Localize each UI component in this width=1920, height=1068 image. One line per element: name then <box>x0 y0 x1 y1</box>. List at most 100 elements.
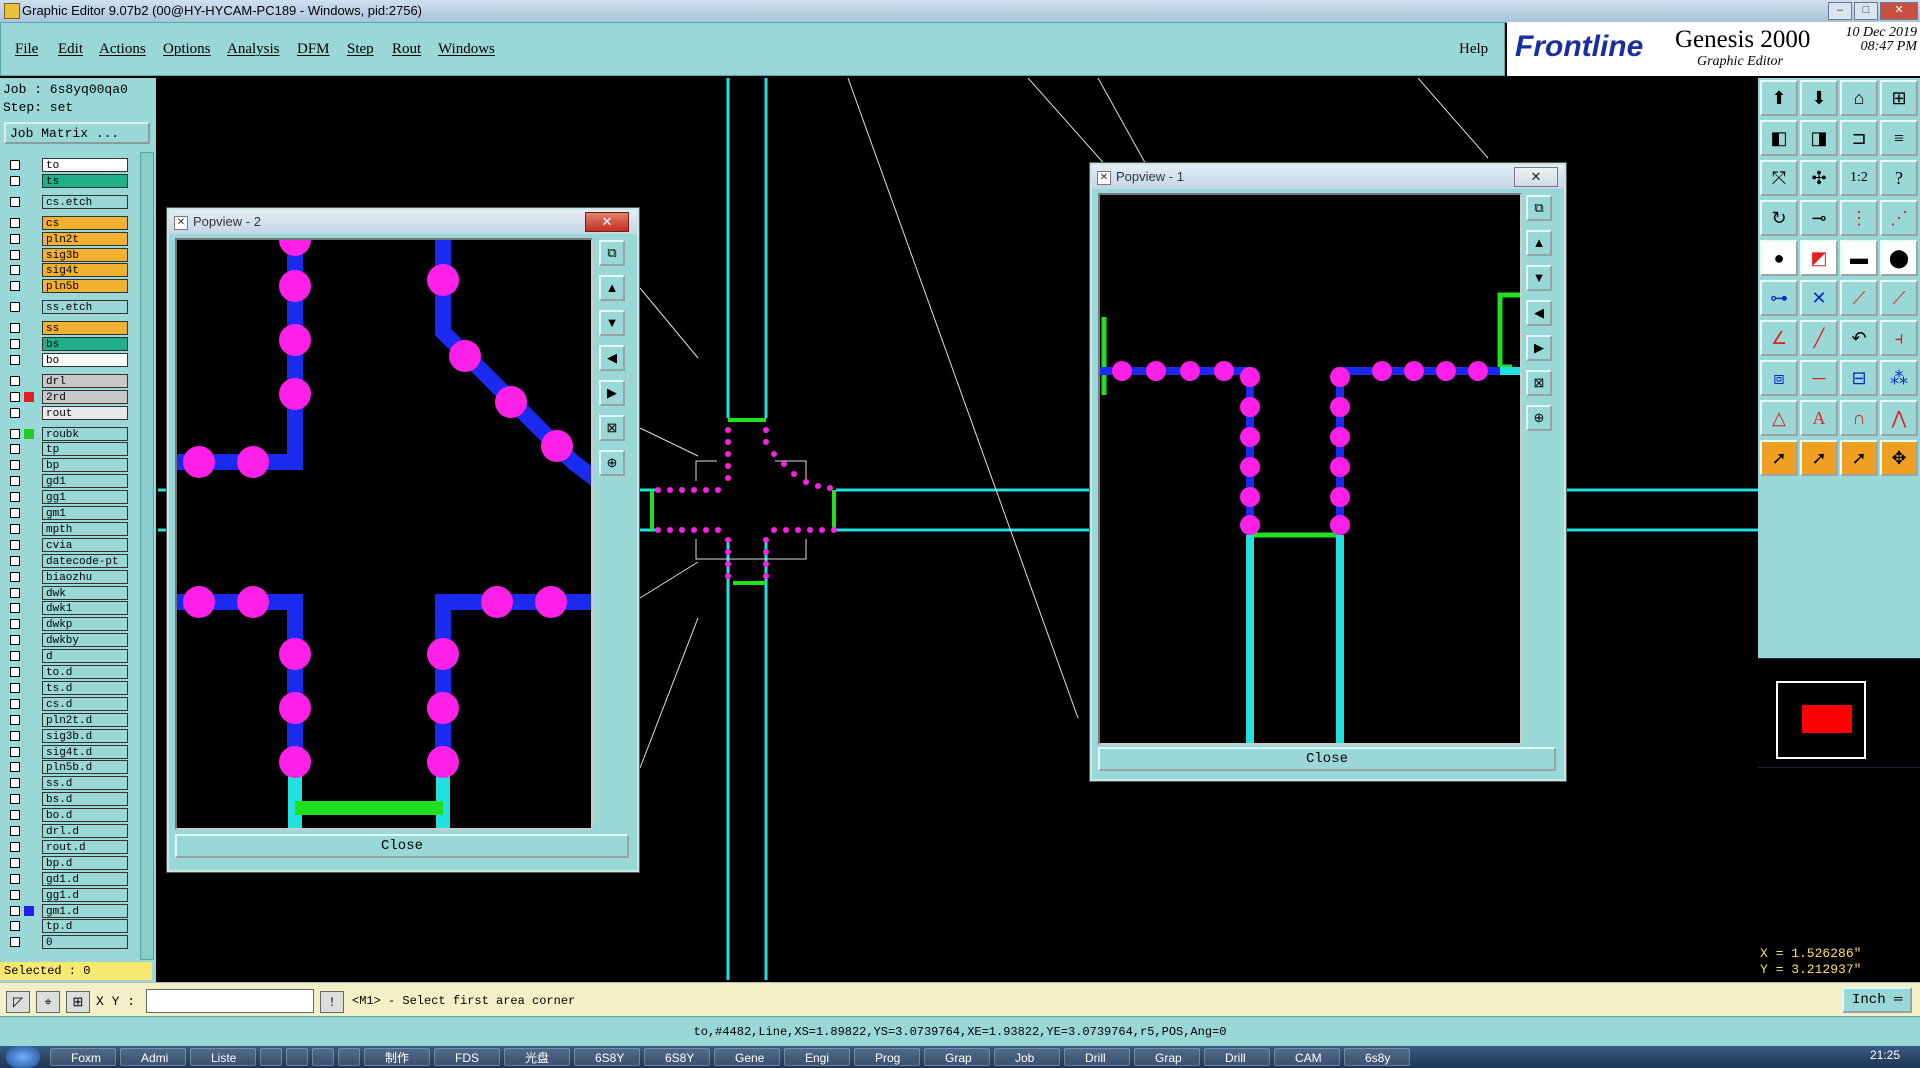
pv2-pan-left-icon[interactable]: ◀ <box>599 345 625 371</box>
layer-row[interactable]: rout <box>6 405 128 420</box>
pv1-zoom-out-icon[interactable]: ⊠ <box>1526 370 1552 396</box>
layer-row[interactable]: sig3b <box>6 247 128 262</box>
layer-row[interactable]: cs.d <box>6 696 128 711</box>
layer-name[interactable]: dwkby <box>42 633 128 648</box>
pv2-pan-up-icon[interactable]: ▲ <box>599 275 625 301</box>
layer-checkbox[interactable] <box>10 746 20 757</box>
pan-right-icon[interactable]: ◨ <box>1800 120 1838 156</box>
cluster-icon[interactable]: ⁂ <box>1880 360 1918 396</box>
add-line-icon[interactable]: ◩ <box>1800 240 1838 276</box>
layer-row[interactable]: cs <box>6 215 128 230</box>
layer-checkbox[interactable] <box>10 354 20 365</box>
layer-name[interactable]: roubk <box>42 426 128 441</box>
taskbar-item[interactable] <box>312 1048 334 1066</box>
move-icon[interactable]: ✥ <box>1880 440 1918 476</box>
pin-icon[interactable]: ⟋ <box>1840 280 1878 316</box>
layer-name[interactable]: pln5b <box>42 279 128 294</box>
slope-icon[interactable]: ╱ <box>1800 320 1838 356</box>
layer-checkbox[interactable] <box>10 730 20 741</box>
layer-name[interactable]: rout.d <box>42 839 128 854</box>
layer-row[interactable]: drl.d <box>6 824 128 838</box>
layer-name[interactable]: bo <box>42 352 128 367</box>
taskbar-item[interactable]: 制作 <box>364 1048 430 1066</box>
popview-2-view[interactable] <box>175 224 602 830</box>
layer-row[interactable]: bp <box>6 458 128 473</box>
layer-checkbox[interactable] <box>10 873 20 884</box>
layer-checkbox[interactable] <box>10 889 20 900</box>
taskbar-item[interactable]: Engi <box>784 1048 850 1066</box>
snap-icon[interactable]: ⊐ <box>1840 120 1878 156</box>
popview-1-view[interactable] <box>1098 193 1522 745</box>
layer-name[interactable]: rout <box>42 405 128 420</box>
popview-2-titlebar[interactable]: ✕ Popview - 2 <box>169 210 637 234</box>
layer-checkbox[interactable] <box>10 492 20 503</box>
menu-dfm[interactable]: DFM <box>297 41 330 58</box>
layer-checkbox[interactable] <box>10 281 20 292</box>
layer-name[interactable]: gm1 <box>42 506 128 520</box>
layer-name[interactable]: sig4t <box>42 263 128 278</box>
layer-row[interactable]: d <box>6 649 128 664</box>
taskbar-item[interactable]: Drill <box>1064 1048 1130 1066</box>
zoom-out-icon[interactable]: ⤧ <box>1760 160 1798 196</box>
taskbar-item[interactable]: Prog <box>854 1048 920 1066</box>
layer-name[interactable]: datecode-pt <box>42 553 128 568</box>
popview-2-close-button[interactable]: Close <box>175 834 629 858</box>
layer-row[interactable]: to <box>6 158 128 172</box>
grid-icon[interactable]: ⊞ <box>1880 80 1918 116</box>
layer-checkbox[interactable] <box>10 555 20 566</box>
layer-name[interactable]: pln2t.d <box>42 712 128 727</box>
select-arrow-2-icon[interactable]: ➚ <box>1800 440 1838 476</box>
layer-checkbox[interactable] <box>10 460 20 471</box>
zoom-ratio-icon[interactable]: 1:2 <box>1840 160 1878 196</box>
layer-checkbox[interactable] <box>10 196 20 207</box>
layer-name[interactable]: mpth <box>42 521 128 536</box>
layer-name[interactable]: ts.d <box>42 680 128 695</box>
layer-checkbox[interactable] <box>10 698 20 709</box>
layer-name[interactable]: ss.d <box>42 776 128 791</box>
layer-checkbox[interactable] <box>10 217 20 228</box>
unit-selector[interactable]: Inch ═ <box>1842 987 1912 1013</box>
layer-checkbox[interactable] <box>10 249 20 260</box>
layer-row[interactable]: gd1 <box>6 474 128 489</box>
layer-checkbox[interactable] <box>10 794 20 805</box>
layer-row[interactable]: cvia <box>6 537 128 552</box>
pv1-pan-up-icon[interactable]: ▲ <box>1526 230 1552 256</box>
layer-checkbox[interactable] <box>10 391 20 402</box>
layer-checkbox[interactable] <box>10 682 20 693</box>
layer-checkbox[interactable] <box>10 160 20 170</box>
fork-icon[interactable]: ⫞ <box>1880 320 1918 356</box>
pan-down-icon[interactable]: ⬇ <box>1800 80 1838 116</box>
measure-icon[interactable]: ≡ <box>1880 120 1918 156</box>
taskbar-item[interactable]: 6s8y <box>1344 1048 1410 1066</box>
pv1-pan-left-icon[interactable]: ◀ <box>1526 300 1552 326</box>
layer-row[interactable]: ss <box>6 321 128 336</box>
layer-name[interactable]: pln2t <box>42 231 128 246</box>
taskbar-item[interactable]: 6S8Y <box>574 1048 640 1066</box>
layer-checkbox[interactable] <box>10 667 20 677</box>
taskbar-item[interactable]: Job <box>994 1048 1060 1066</box>
layer-row[interactable]: 2rd <box>6 389 128 404</box>
layer-row[interactable]: pln2t <box>6 231 128 246</box>
pv2-zoom-out-icon[interactable]: ⊠ <box>599 415 625 441</box>
home-icon[interactable]: ⌂ <box>1840 80 1878 116</box>
layer-row[interactable]: ts.d <box>6 680 128 695</box>
layer-name[interactable]: tp <box>42 442 128 457</box>
layer-checkbox[interactable] <box>10 175 20 186</box>
menu-options[interactable]: Options <box>163 41 211 58</box>
layer-name[interactable]: 0 <box>42 935 128 950</box>
layer-checkbox[interactable] <box>10 937 20 948</box>
layer-name[interactable]: pln5b.d <box>42 760 128 775</box>
taskbar-item[interactable]: Foxm <box>50 1048 116 1066</box>
layer-name[interactable]: drl <box>42 373 128 388</box>
layer-checkbox[interactable] <box>10 339 20 349</box>
zoom-fit-icon[interactable]: ✣ <box>1800 160 1838 196</box>
layer-name[interactable]: bs <box>42 337 128 351</box>
a-shape-icon[interactable]: A <box>1800 400 1838 436</box>
menu-rout[interactable]: Rout <box>392 41 421 58</box>
snap-grid-icon[interactable]: ⌖ <box>36 991 60 1013</box>
layer-checkbox[interactable] <box>10 826 20 836</box>
layer-name[interactable]: cs.etch <box>42 194 128 209</box>
minimize-button[interactable]: – <box>1828 2 1852 20</box>
taskbar-item[interactable]: Liste <box>190 1048 256 1066</box>
taskbar-item[interactable]: Drill <box>1204 1048 1270 1066</box>
